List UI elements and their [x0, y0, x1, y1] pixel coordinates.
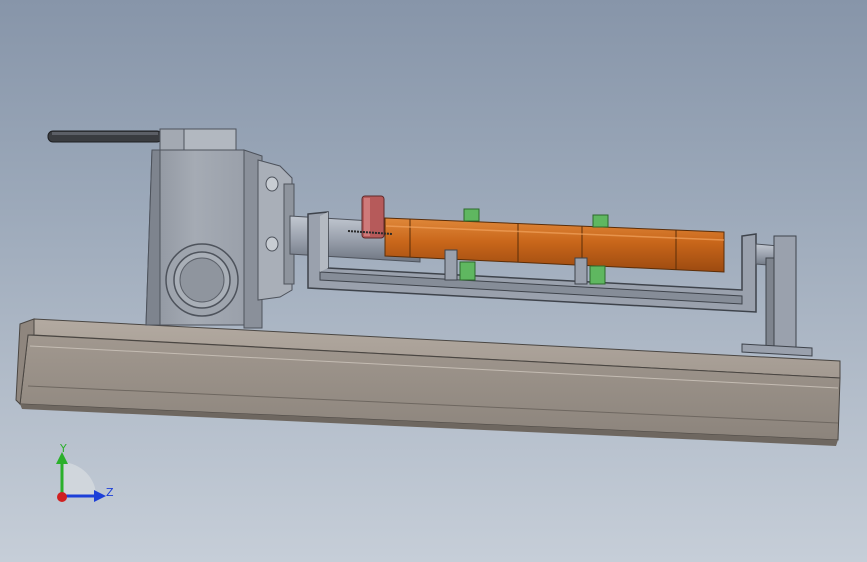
- z-axis-label: Z: [106, 486, 114, 499]
- handle-rod[interactable]: [47, 130, 163, 143]
- workpiece-tube[interactable]: [384, 217, 725, 273]
- z-axis-arrowhead: [94, 490, 106, 502]
- chuck-flange[interactable]: [257, 159, 295, 301]
- x-axis-dot: [57, 492, 67, 502]
- cad-model[interactable]: [0, 0, 867, 562]
- y-axis-label: Y: [59, 442, 67, 455]
- graphics-viewport[interactable]: Y Z: [0, 0, 867, 562]
- base-beam[interactable]: [15, 318, 841, 446]
- headstock-box[interactable]: [145, 128, 263, 329]
- clamp-block-upper-2[interactable]: [592, 214, 609, 228]
- orientation-triad: Y Z: [56, 442, 114, 502]
- clamp-block-upper-1[interactable]: [463, 208, 480, 222]
